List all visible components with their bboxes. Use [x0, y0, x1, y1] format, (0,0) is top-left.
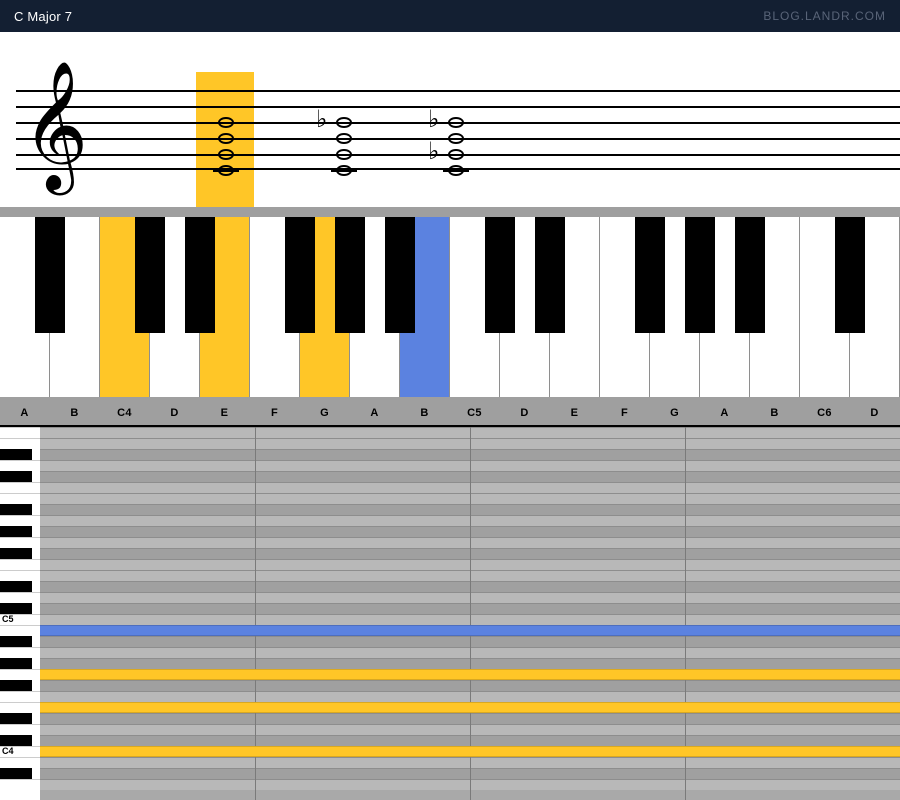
header-bar: C Major 7 BLOG.LANDR.COM [0, 0, 900, 32]
whole-note-icon [218, 149, 234, 160]
whole-note-icon [448, 149, 464, 160]
flat-accidental-icon: ♭ [428, 140, 439, 164]
roll-white-key[interactable] [0, 493, 40, 504]
black-key[interactable] [135, 217, 165, 333]
bar-line [470, 427, 471, 800]
roll-white-key[interactable] [0, 757, 40, 768]
roll-white-key[interactable] [0, 537, 40, 548]
roll-black-key[interactable] [0, 768, 32, 779]
roll-white-key[interactable] [0, 460, 40, 471]
black-key[interactable] [335, 217, 365, 333]
roll-white-key[interactable] [0, 559, 40, 570]
roll-white-key[interactable] [0, 647, 40, 658]
roll-black-key[interactable] [0, 636, 32, 647]
black-key[interactable] [635, 217, 665, 333]
key-label: D [850, 407, 899, 419]
roll-black-key[interactable] [0, 713, 32, 724]
ledger-line [331, 170, 357, 172]
key-label: E [200, 407, 249, 419]
whole-note-icon [448, 133, 464, 144]
whole-note-icon [448, 117, 464, 128]
piano-keyboard: ABC4DEFGABC5DEFGABC6D [0, 207, 900, 425]
whole-note-icon [218, 117, 234, 128]
key-label: A [0, 407, 49, 419]
roll-white-key[interactable] [0, 570, 40, 581]
roll-white-key[interactable] [0, 427, 40, 438]
key-label: F [600, 407, 649, 419]
black-key[interactable] [685, 217, 715, 333]
key-label: D [500, 407, 549, 419]
black-key[interactable] [485, 217, 515, 333]
roll-black-key[interactable] [0, 504, 32, 515]
key-label: B [400, 407, 449, 419]
midi-note[interactable] [40, 702, 900, 713]
key-label: B [750, 407, 799, 419]
roll-black-key[interactable] [0, 526, 32, 537]
roll-white-key[interactable] [0, 482, 40, 493]
piano-roll-key-column: C5 C4 [0, 427, 40, 800]
key-label: E [550, 407, 599, 419]
black-key[interactable] [535, 217, 565, 333]
black-key[interactable] [385, 217, 415, 333]
ledger-line [443, 170, 469, 172]
key-label: G [650, 407, 699, 419]
roll-white-key[interactable] [0, 625, 40, 636]
chord-title: C Major 7 [14, 9, 72, 24]
key-label: C6 [800, 407, 849, 419]
key-label: F [250, 407, 299, 419]
key-label: G [300, 407, 349, 419]
flat-accidental-icon: ♭ [428, 108, 439, 132]
whole-note-icon [336, 149, 352, 160]
roll-white-key[interactable] [0, 702, 40, 713]
roll-black-key[interactable] [0, 680, 32, 691]
piano-roll-grid [40, 427, 900, 800]
whole-note-icon [336, 133, 352, 144]
roll-black-key[interactable] [0, 581, 32, 592]
roll-black-key[interactable] [0, 603, 32, 614]
roll-black-key[interactable] [0, 658, 32, 669]
bar-line [685, 427, 686, 800]
key-label: A [350, 407, 399, 419]
bar-line [255, 427, 256, 800]
octave-label: C4 [2, 746, 14, 756]
black-key[interactable] [835, 217, 865, 333]
midi-note[interactable] [40, 669, 900, 680]
black-key[interactable] [735, 217, 765, 333]
key-label: A [700, 407, 749, 419]
octave-label: C5 [2, 614, 14, 624]
roll-black-key[interactable] [0, 471, 32, 482]
roll-white-key[interactable] [0, 592, 40, 603]
key-label: C5 [450, 407, 499, 419]
roll-white-key[interactable] [0, 691, 40, 702]
black-key[interactable] [185, 217, 215, 333]
key-label: B [50, 407, 99, 419]
black-key[interactable] [35, 217, 65, 333]
whole-note-icon [218, 133, 234, 144]
midi-note[interactable] [40, 746, 900, 757]
brand-label: BLOG.LANDR.COM [763, 9, 886, 23]
roll-black-key[interactable] [0, 548, 32, 559]
keyboard-keys: ABC4DEFGABC5DEFGABC6D [0, 217, 900, 397]
piano-roll: C5 C4 [0, 425, 900, 800]
key-label: D [150, 407, 199, 419]
roll-black-key[interactable] [0, 449, 32, 460]
roll-black-key[interactable] [0, 735, 32, 746]
midi-note[interactable] [40, 625, 900, 636]
roll-white-key[interactable] [0, 438, 40, 449]
roll-white-key[interactable] [0, 779, 40, 790]
flat-accidental-icon: ♭ [316, 108, 327, 132]
roll-white-key[interactable] [0, 724, 40, 735]
ledger-line [213, 170, 239, 172]
roll-white-key[interactable] [0, 669, 40, 680]
key-label: C4 [100, 407, 149, 419]
music-staff: 𝄞 ♭ ♭ ♭ [0, 32, 900, 207]
whole-note-icon [336, 117, 352, 128]
black-key[interactable] [285, 217, 315, 333]
treble-clef-icon: 𝄞 [22, 70, 88, 182]
roll-white-key[interactable] [0, 515, 40, 526]
